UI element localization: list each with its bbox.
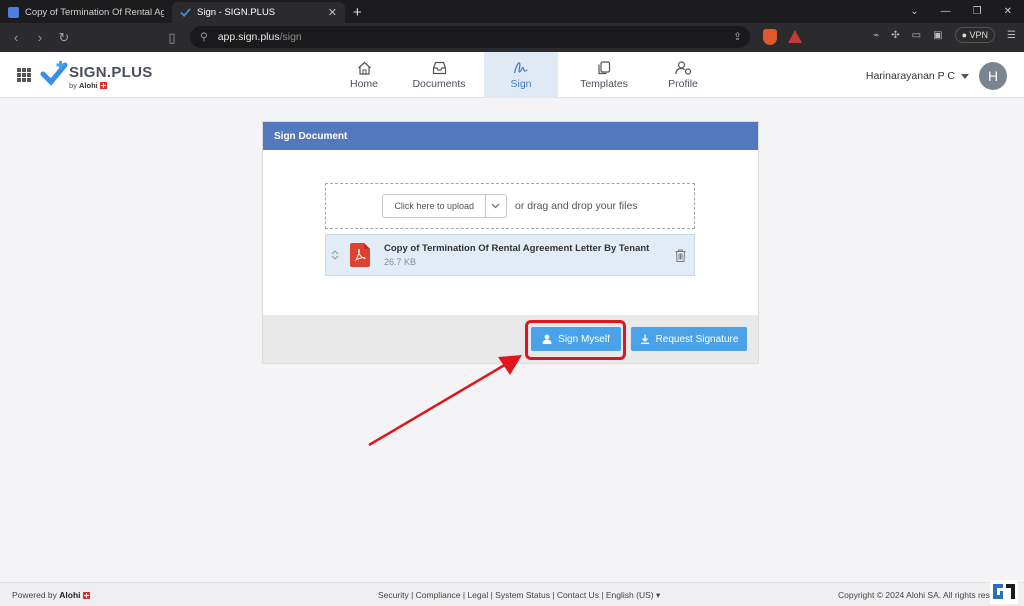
app-grid-icon[interactable] bbox=[17, 68, 31, 82]
avatar[interactable]: H bbox=[979, 62, 1007, 90]
pdf-file-icon bbox=[350, 243, 370, 267]
file-size: 26.7 KB bbox=[384, 257, 417, 267]
nav-label: Templates bbox=[580, 77, 628, 90]
nav-label: Home bbox=[349, 77, 378, 90]
browser-toolbar: ‹ › ↻ ▯ ⚲ app.sign.plus/sign ⇪ ⌁ ✣ ▭ ▣ ●… bbox=[0, 23, 1024, 52]
toolbar-right: ⌁ ✣ ▭ ▣ ● VPN ☰ bbox=[873, 27, 1016, 43]
powered-by: Powered by Alohi bbox=[12, 590, 90, 600]
tab-list-chevron-icon[interactable]: ⌄ bbox=[910, 6, 918, 17]
url-host: app.sign.plus bbox=[217, 31, 280, 43]
sign-document-card: Sign Document Click here to upload or dr… bbox=[262, 121, 759, 364]
wallet-icon[interactable]: ▣ bbox=[933, 30, 942, 41]
inbox-icon bbox=[432, 61, 446, 74]
download-icon bbox=[640, 334, 649, 344]
app-header: SIGN.PLUS by Alohi Home Documents Sign T… bbox=[0, 52, 1024, 98]
trash-icon bbox=[675, 249, 685, 262]
file-name: Copy of Termination Of Rental Agreement … bbox=[384, 243, 650, 254]
templates-icon bbox=[598, 60, 611, 74]
url-path: /sign bbox=[279, 31, 302, 43]
card-title: Sign Document bbox=[263, 122, 758, 150]
footer-links[interactable]: Security | Compliance | Legal | System S… bbox=[378, 590, 660, 601]
close-tab-icon[interactable]: ✕ bbox=[328, 6, 337, 19]
swiss-flag-icon bbox=[82, 592, 90, 599]
close-window-icon[interactable]: ✕ bbox=[1004, 6, 1012, 17]
window-controls: ⌄ — ❐ ✕ bbox=[910, 0, 1024, 23]
extension-icon[interactable]: ⌁ bbox=[873, 30, 879, 41]
puzzle-icon[interactable]: ✣ bbox=[891, 30, 899, 41]
sign-plus-logo[interactable]: SIGN.PLUS by Alohi bbox=[40, 60, 153, 92]
reload-icon[interactable]: ↻ bbox=[52, 30, 76, 46]
nav-sign[interactable]: Sign bbox=[484, 52, 558, 98]
upload-button-label: Click here to upload bbox=[383, 195, 486, 217]
nav-label: Profile bbox=[668, 77, 698, 90]
caret-down-icon bbox=[961, 73, 969, 79]
uploaded-file-row[interactable]: Copy of Termination Of Rental Agreement … bbox=[325, 234, 695, 276]
vpn-label: VPN bbox=[969, 30, 989, 40]
home-icon bbox=[357, 61, 371, 75]
request-signature-label: Request Signature bbox=[655, 333, 739, 345]
browser-tab-sign[interactable]: Sign - SIGN.PLUS ✕ bbox=[172, 2, 345, 23]
file-dropzone[interactable]: Click here to upload or drag and drop yo… bbox=[325, 183, 695, 229]
minimize-icon[interactable]: — bbox=[941, 6, 951, 17]
swiss-flag-icon bbox=[99, 82, 107, 89]
maximize-icon[interactable]: ❐ bbox=[973, 6, 982, 17]
page-footer: Powered by Alohi Security | Compliance |… bbox=[0, 582, 1024, 606]
nav-label: Documents bbox=[412, 77, 466, 90]
nav-label: Sign bbox=[510, 77, 532, 90]
address-bar[interactable]: ⚲ app.sign.plus/sign ⇪ bbox=[190, 26, 750, 48]
sidebar-icon[interactable]: ▭ bbox=[912, 30, 921, 41]
file-info: Copy of Termination Of Rental Agreement … bbox=[384, 243, 666, 267]
nav-profile[interactable]: Profile bbox=[650, 52, 716, 98]
docs-icon bbox=[8, 7, 19, 18]
nav-templates[interactable]: Templates bbox=[558, 52, 650, 98]
tab-title: Sign - SIGN.PLUS bbox=[197, 7, 276, 18]
signature-icon bbox=[513, 61, 528, 73]
main-nav: Home Documents Sign Templates Profile bbox=[334, 52, 716, 98]
copyright: Copyright © 2024 Alohi SA. All rights re… bbox=[838, 590, 1014, 600]
brave-rewards-icon[interactable] bbox=[788, 30, 802, 43]
nav-home[interactable]: Home bbox=[334, 52, 394, 98]
brand-by: by Alohi bbox=[69, 81, 107, 90]
delete-file-button[interactable] bbox=[666, 249, 694, 262]
brave-shield-icon[interactable] bbox=[763, 29, 777, 45]
request-signature-button[interactable]: Request Signature bbox=[631, 327, 747, 351]
checkmark-icon bbox=[180, 8, 191, 18]
user-menu[interactable]: Harinarayanan P C H bbox=[866, 62, 1007, 90]
back-icon[interactable]: ‹ bbox=[4, 30, 28, 45]
vpn-button[interactable]: ● VPN bbox=[954, 27, 996, 43]
forward-icon[interactable]: › bbox=[28, 30, 52, 45]
brand-name: SIGN.PLUS bbox=[69, 64, 153, 81]
highlight-box-annotation bbox=[525, 320, 626, 360]
share-icon[interactable]: ⇪ bbox=[733, 31, 742, 43]
browser-tab-bar: Copy of Termination Of Rental Agreement … bbox=[0, 0, 1024, 23]
logo-check-icon bbox=[40, 61, 68, 86]
browser-tab-docs[interactable]: Copy of Termination Of Rental Agreement bbox=[0, 2, 172, 23]
chevron-down-icon[interactable] bbox=[486, 195, 506, 217]
pointer-arrow-annotation bbox=[368, 355, 522, 447]
site-settings-icon[interactable]: ⚲ bbox=[200, 31, 208, 43]
drop-text: or drag and drop your files bbox=[514, 200, 638, 212]
user-name: Harinarayanan P C bbox=[865, 70, 955, 82]
menu-icon[interactable]: ☰ bbox=[1007, 30, 1016, 41]
profile-icon bbox=[674, 60, 691, 75]
bookmark-icon[interactable]: ▯ bbox=[160, 30, 184, 46]
new-tab-button[interactable]: + bbox=[345, 2, 370, 23]
drag-handle-icon[interactable] bbox=[326, 250, 344, 260]
upload-button[interactable]: Click here to upload bbox=[382, 194, 507, 218]
nav-documents[interactable]: Documents bbox=[394, 52, 484, 98]
tab-title: Copy of Termination Of Rental Agreement bbox=[25, 7, 164, 18]
watermark-logo-icon bbox=[990, 580, 1018, 604]
caret-down-icon[interactable]: ▾ bbox=[656, 590, 660, 600]
